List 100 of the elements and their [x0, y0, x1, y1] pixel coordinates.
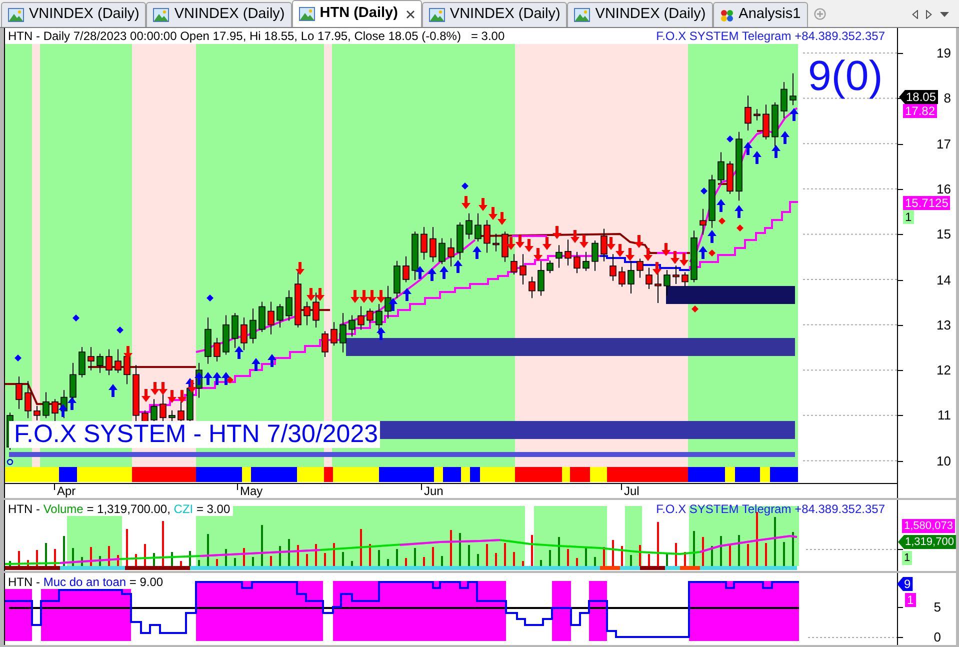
down-arrow-icon [506, 237, 516, 250]
down-arrow-icon [634, 235, 644, 248]
chart-header-text: HTN - Daily 7/28/2023 00:00:00 Open 17.95, Hi 18.55, Lo 17.95, Close 18.05 (-0.8%) = 3.00 [8, 30, 505, 42]
tab[interactable]: VNINDEX (Daily) [422, 2, 568, 27]
scroll-left-icon[interactable] [912, 10, 918, 19]
axis-label: 14 [936, 272, 951, 288]
tab[interactable]: HTN (Daily) [292, 0, 422, 27]
value-tag: 1 [902, 551, 912, 565]
axis-label: Jul [624, 484, 640, 498]
image-icon [8, 8, 24, 22]
diamond-icon [700, 188, 708, 194]
image-icon [428, 8, 445, 22]
axis-label: 12 [936, 362, 951, 378]
diamond-icon [226, 376, 234, 384]
axis-label: Apr [57, 484, 76, 498]
signal-count-text: 9(0) [808, 55, 883, 97]
up-arrow-icon [108, 384, 118, 397]
up-arrow-icon [790, 108, 798, 121]
up-arrow-icon [472, 246, 482, 259]
circle-icon [6, 458, 14, 466]
tab[interactable]: VNINDEX (Daily) [1, 2, 146, 27]
scroll-right-icon[interactable] [926, 10, 932, 19]
dropdown-caret-icon[interactable] [940, 12, 949, 17]
up-arrow-icon [68, 397, 76, 410]
background-band [625, 506, 642, 566]
tab[interactable]: VNINDEX (Daily) [146, 2, 292, 27]
gems-icon [720, 8, 734, 22]
up-arrow-icon [388, 298, 398, 311]
diamond-icon [14, 354, 22, 362]
moving-average-line [512, 235, 547, 237]
tab[interactable]: Analysis1 [712, 2, 808, 27]
axis-label: Jun [424, 484, 444, 498]
down-arrow-icon [488, 207, 498, 220]
axis-label: May [240, 484, 263, 498]
shaded-block [589, 581, 607, 641]
value-tag: 9 [897, 577, 913, 591]
down-arrow-icon [498, 212, 506, 225]
close-icon[interactable] [406, 10, 415, 18]
up-arrow-icon [454, 260, 462, 273]
diamond-icon [116, 326, 124, 334]
contact-text: F.O.X SYSTEM Telegram +84.389.352.357 [656, 502, 885, 516]
up-arrow-icon [708, 230, 716, 243]
axis-label: 10 [936, 454, 951, 468]
axis-label: 15 [936, 226, 951, 242]
down-arrow-icon [606, 237, 616, 250]
down-arrow-icon [542, 237, 552, 250]
image-icon [298, 7, 315, 21]
up-arrow-icon [734, 205, 744, 218]
up-arrow-icon [234, 346, 244, 359]
up-arrow-icon [716, 199, 726, 212]
up-arrow-icon [212, 372, 222, 385]
up-arrow-icon [416, 266, 424, 279]
down-arrow-icon [158, 382, 168, 395]
up-arrow-icon [752, 151, 762, 164]
down-arrow-icon [680, 253, 688, 266]
down-arrow-icon [376, 290, 386, 303]
up-arrow-icon [376, 327, 386, 340]
value-tag: 1,580,073 [902, 519, 955, 533]
up-arrow-icon [222, 372, 230, 385]
axis-label: 17 [936, 136, 951, 152]
value-tag: 1 [905, 593, 916, 607]
diamond-icon [718, 218, 726, 224]
up-arrow-icon [402, 288, 412, 301]
down-arrow-icon [516, 235, 524, 248]
up-arrow-icon [58, 404, 68, 417]
down-arrow-icon [124, 346, 132, 359]
axis-label: 0 [934, 630, 941, 644]
down-arrow-icon [168, 390, 176, 403]
down-arrow-icon [626, 248, 634, 261]
tab[interactable]: VNINDEX (Daily) [567, 2, 713, 27]
down-arrow-icon [178, 390, 186, 403]
down-arrow-icon [652, 262, 662, 275]
up-arrow-icon [772, 145, 780, 158]
down-arrow-icon [580, 235, 588, 248]
up-arrow-icon [194, 372, 204, 385]
down-arrow-icon [360, 290, 368, 303]
down-arrow-icon [368, 290, 376, 303]
value-tag: 18.05 [899, 90, 938, 104]
down-arrow-icon [662, 243, 670, 256]
down-arrow-icon [524, 239, 534, 252]
down-arrow-icon [570, 230, 580, 243]
down-arrow-icon [478, 198, 488, 211]
axis-label: 11 [938, 408, 951, 422]
image-icon [574, 8, 590, 22]
image-icon [153, 8, 170, 22]
value-tag: 17.82 [903, 104, 938, 118]
moving-average-line [657, 252, 687, 254]
axis-label: 8 [944, 90, 951, 106]
contact-text: F.O.X SYSTEM Telegram +84.389.352.357 [656, 30, 885, 42]
down-arrow-icon [150, 382, 160, 395]
down-arrow-icon [644, 248, 652, 261]
up-arrow-icon [428, 268, 436, 281]
up-arrow-icon [744, 142, 752, 155]
up-arrow-icon [268, 354, 276, 367]
diamond-icon [736, 224, 744, 232]
down-arrow-icon [552, 226, 562, 239]
down-arrow-icon [316, 288, 324, 301]
value-tag: 1 [903, 210, 914, 224]
up-arrow-icon [440, 266, 448, 279]
down-arrow-icon [188, 380, 196, 393]
